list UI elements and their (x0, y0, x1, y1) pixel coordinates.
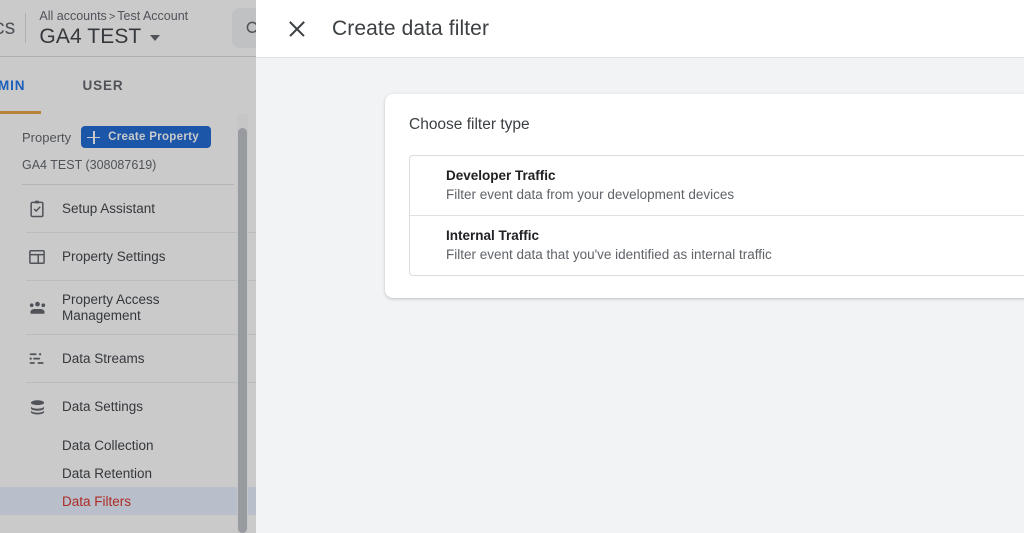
tab-user[interactable]: USER (66, 57, 139, 114)
sidebar-item-setup-assistant[interactable]: Setup Assistant (0, 185, 256, 233)
sidebar-item-label: Property Access Management (62, 292, 177, 324)
tab-user-label: USER (82, 78, 123, 93)
sidebar-scrollbar-thumb[interactable] (238, 128, 247, 533)
property-section-label: Property (22, 130, 71, 145)
filter-option-developer-traffic[interactable]: Developer Traffic Filter event data from… (410, 156, 1024, 215)
filter-type-card: Choose filter type Developer Traffic Fil… (385, 94, 1024, 298)
layout-icon (26, 246, 48, 268)
sidebar-subitem-label: Data Filters (62, 494, 131, 509)
close-icon[interactable] (286, 18, 308, 40)
clipboard-check-icon (26, 198, 48, 220)
admin-tabs: MIN USER (0, 57, 256, 114)
sidebar-subitem-label: Data Retention (62, 466, 152, 481)
filter-option-title: Developer Traffic (446, 168, 1024, 183)
chevron-down-icon (150, 35, 160, 41)
filter-option-internal-traffic[interactable]: Internal Traffic Filter event data that … (410, 215, 1024, 275)
modal-title: Create data filter (332, 17, 489, 41)
app-header: cs All accounts>Test Account GA4 TEST (0, 0, 256, 57)
filter-type-list: Developer Traffic Filter event data from… (409, 155, 1024, 276)
property-header: Property Create Property (0, 114, 256, 148)
breadcrumb-separator: > (107, 11, 117, 23)
sidebar-item-property-access-management[interactable]: Property Access Management (0, 281, 256, 335)
sidebar-item-label: Setup Assistant (62, 201, 155, 217)
create-property-button[interactable]: Create Property (81, 126, 211, 148)
sidebar-subitem-data-filters[interactable]: Data Filters (0, 487, 256, 515)
plus-icon (87, 131, 100, 144)
filter-option-description: Filter event data from your development … (446, 187, 1024, 202)
sidebar-item-data-streams[interactable]: Data Streams (0, 335, 256, 383)
create-property-label: Create Property (108, 131, 199, 143)
modal-body: Choose filter type Developer Traffic Fil… (256, 58, 1024, 533)
property-id-label: GA4 TEST (308087619) (0, 148, 256, 172)
database-icon (26, 396, 48, 418)
analytics-logo-text: cs (0, 16, 15, 40)
header-divider (25, 13, 26, 43)
sidebar-item-label: Property Settings (62, 249, 166, 265)
sidebar-subitem-data-collection[interactable]: Data Collection (0, 431, 256, 459)
property-name: GA4 TEST (39, 26, 141, 47)
filter-option-description: Filter event data that you've identified… (446, 247, 1024, 262)
sidebar-subitem-label: Data Collection (62, 438, 154, 453)
tab-admin-label: MIN (0, 78, 25, 93)
account-block: All accounts>Test Account GA4 TEST (39, 10, 188, 47)
breadcrumb-account[interactable]: Test Account (117, 9, 188, 23)
breadcrumb-all-accounts[interactable]: All accounts (39, 9, 106, 23)
modal-header: Create data filter (256, 0, 1024, 58)
filter-option-title: Internal Traffic (446, 228, 1024, 243)
property-switcher[interactable]: GA4 TEST (39, 26, 188, 47)
sidebar-item-property-settings[interactable]: Property Settings (0, 233, 256, 281)
card-title: Choose filter type (409, 116, 1024, 134)
sidebar-item-label: Data Settings (62, 399, 143, 415)
admin-sidebar: Property Create Property GA4 TEST (30808… (0, 114, 256, 533)
create-data-filter-modal: Create data filter Choose filter type De… (256, 0, 1024, 533)
people-group-icon (26, 297, 48, 319)
data-streams-icon (26, 348, 48, 370)
breadcrumb[interactable]: All accounts>Test Account (39, 10, 188, 23)
sidebar-item-label: Data Streams (62, 351, 145, 367)
tab-admin[interactable]: MIN (0, 57, 41, 114)
sidebar-item-data-settings[interactable]: Data Settings (0, 383, 256, 431)
sidebar-subitem-data-retention[interactable]: Data Retention (0, 459, 256, 487)
